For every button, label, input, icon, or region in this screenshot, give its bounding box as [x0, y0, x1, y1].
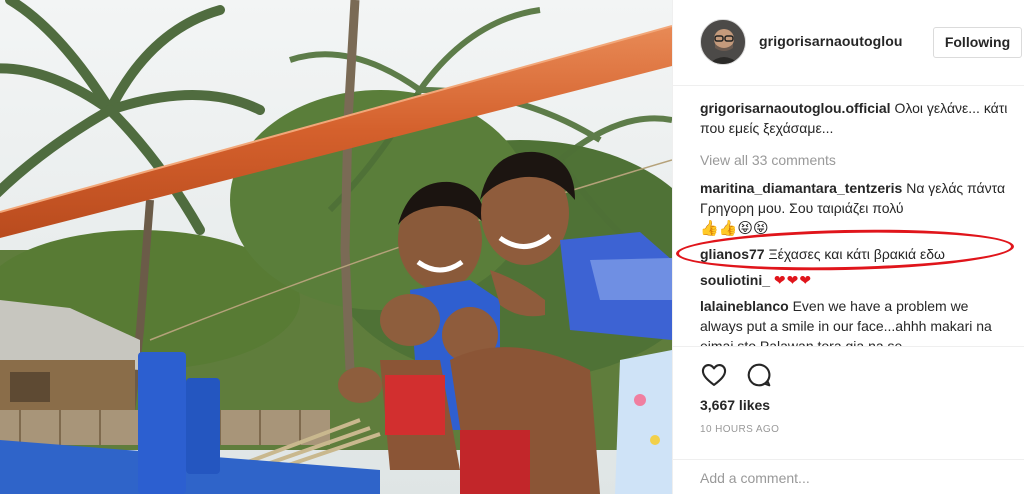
post-photo[interactable]: [0, 0, 672, 494]
post-header: grigorisarnaoutoglou Following: [673, 0, 1024, 86]
add-comment-input[interactable]: [700, 468, 1000, 488]
comment-text: Ξέχασες και κάτι βρακιά εδω: [768, 246, 945, 262]
caption-username[interactable]: grigorisarnaoutoglou.official: [700, 100, 891, 116]
comment-item: lalaineblanco Even we have a problem we …: [700, 296, 1011, 346]
following-button[interactable]: Following: [933, 27, 1022, 58]
caption: grigorisarnaoutoglou.official Ολοι γελάν…: [700, 98, 1011, 138]
post-side-panel: grigorisarnaoutoglou Following grigorisa…: [672, 0, 1024, 494]
heart-outline-icon[interactable]: [700, 361, 728, 389]
photo-illustration: [0, 0, 672, 494]
likes-count[interactable]: 3,667 likes: [700, 397, 770, 413]
comment-item: souliotini_ ❤❤❤: [700, 270, 1011, 290]
comment-item: maritina_diamantara_tentzeris Να γελάς π…: [700, 178, 1011, 238]
comment-username[interactable]: maritina_diamantara_tentzeris: [700, 180, 902, 196]
avatar-photo: [701, 20, 745, 64]
post-username[interactable]: grigorisarnaoutoglou: [759, 33, 903, 49]
highlighted-comment: glianos77 Ξέχασες και κάτι βρακιά εδω: [675, 226, 1015, 274]
add-comment-bar: [673, 459, 1024, 494]
comment-username[interactable]: lalaineblanco: [700, 298, 789, 314]
comments-list[interactable]: grigorisarnaoutoglou.official Ολοι γελάν…: [673, 98, 1024, 346]
heart-emojis: ❤❤❤: [773, 272, 813, 288]
post-timestamp: 10 HOURS AGO: [700, 424, 780, 435]
comment-username[interactable]: souliotini_: [700, 272, 770, 288]
speech-bubble-icon[interactable]: [745, 361, 773, 389]
emoji-reactions: 👍👍😝😝: [700, 220, 769, 237]
post-actions: 3,667 likes 10 HOURS AGO: [673, 346, 1024, 448]
avatar[interactable]: [700, 19, 746, 65]
comment-icon-svg: [747, 363, 771, 387]
comment-username[interactable]: glianos77: [700, 246, 765, 262]
like-icon-svg: [701, 364, 727, 386]
view-all-comments-link[interactable]: View all 33 comments: [700, 150, 1011, 170]
